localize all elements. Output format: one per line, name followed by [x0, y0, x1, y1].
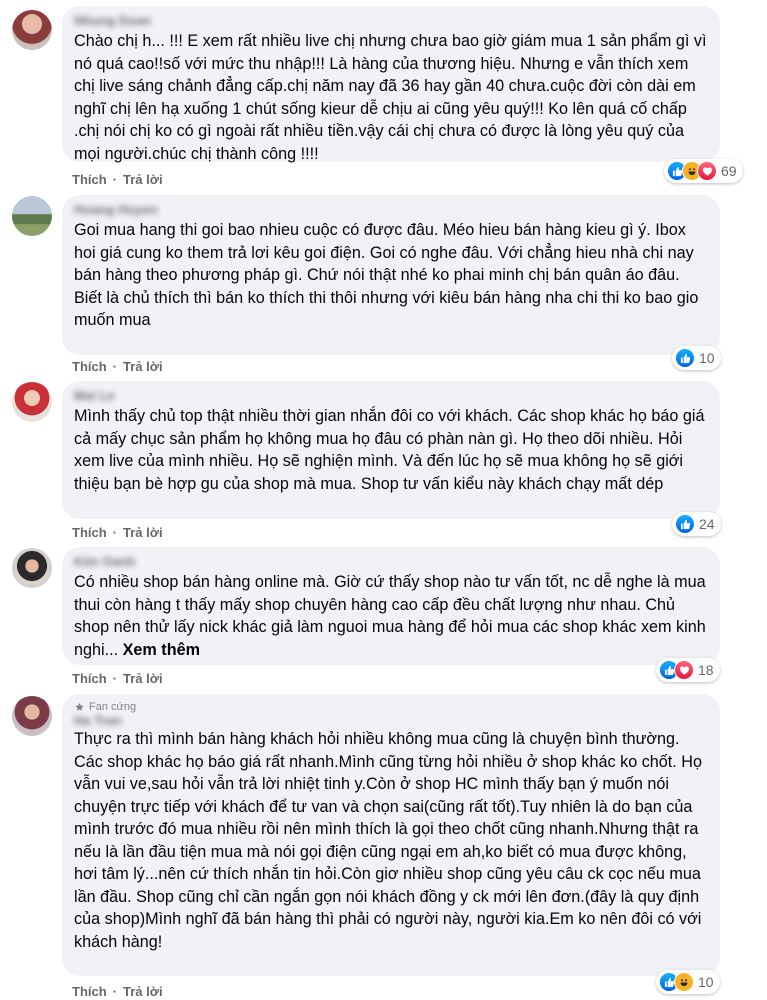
comment-text: Có nhiều shop bán hàng online mà. Giờ cứ… [74, 571, 708, 661]
like-button[interactable]: Thích [72, 172, 107, 187]
avatar[interactable] [12, 696, 52, 736]
like-icon [675, 514, 695, 534]
comment-text: Thực ra thì mình bán hàng khách hỏi nhiề… [74, 730, 702, 951]
comment-author[interactable]: Hoang Huyen [74, 201, 708, 219]
reply-button[interactable]: Trả lời [123, 984, 163, 999]
reaction-count: 10 [698, 974, 714, 990]
comment-actions: Thích · Trả lời [72, 525, 163, 540]
like-button[interactable]: Thích [72, 984, 107, 999]
separator-dot: · [112, 671, 118, 686]
comment-text: Mình thấy chủ top thật nhiều thời gian n… [74, 407, 705, 493]
reply-button[interactable]: Trả lời [123, 359, 163, 374]
comment-actions: Thích · Trả lời [72, 172, 163, 187]
reaction-count: 69 [721, 163, 737, 179]
separator-dot: · [112, 172, 118, 187]
fan-badge-icon [75, 702, 84, 711]
avatar[interactable] [12, 10, 52, 50]
comment-text: Chào chị h... !!! E xem rất nhiều live c… [74, 32, 707, 163]
fan-badge-label: Fan cứng [89, 701, 137, 713]
reply-button[interactable]: Trả lời [123, 172, 163, 187]
see-more-link[interactable]: Xem thêm [123, 641, 200, 659]
comment-author[interactable]: Mai Le [74, 387, 708, 405]
reply-button[interactable]: Trả lời [123, 525, 163, 540]
love-icon [697, 161, 717, 181]
comment-bubble: Hoang Huyen Goi mua hang thi goi bao nhi… [62, 195, 720, 355]
comment-actions: Thích · Trả lời [72, 671, 163, 686]
separator-dot: · [112, 525, 118, 540]
reaction-count: 18 [698, 662, 714, 678]
comment-bubble: Mai Le Mình thấy chủ top thật nhiều thời… [62, 381, 720, 519]
separator-dot: · [112, 359, 118, 374]
love-icon [674, 660, 694, 680]
avatar[interactable] [12, 548, 52, 588]
reaction-count: 10 [699, 350, 715, 366]
like-button[interactable]: Thích [72, 359, 107, 374]
reaction-summary[interactable]: 10 [656, 970, 720, 994]
comment-actions: Thích · Trả lời [72, 359, 163, 374]
like-button[interactable]: Thích [72, 671, 107, 686]
like-button[interactable]: Thích [72, 525, 107, 540]
haha-icon [674, 972, 694, 992]
avatar[interactable] [12, 382, 52, 422]
comment-bubble: Nhung Doan Chào chị h... !!! E xem rất n… [62, 6, 720, 163]
reaction-summary[interactable]: 18 [656, 658, 720, 682]
separator-dot: · [112, 984, 118, 999]
comment-author[interactable]: Ha Tran [74, 714, 708, 728]
avatar[interactable] [12, 196, 52, 236]
comment-bubble: Kim Oanh Có nhiều shop bán hàng online m… [62, 547, 720, 665]
like-icon [675, 348, 695, 368]
comment-text: Goi mua hang thi goi bao nhieu cuộc có đ… [74, 221, 699, 329]
reaction-summary[interactable]: 10 [672, 346, 721, 370]
comment-author[interactable]: Nhung Doan [74, 12, 708, 30]
reaction-summary[interactable]: 24 [672, 512, 721, 536]
reaction-count: 24 [699, 516, 715, 532]
comment-author[interactable]: Kim Oanh [74, 553, 708, 571]
reply-button[interactable]: Trả lời [123, 671, 163, 686]
comment-bubble: Fan cứng Ha Tran Thực ra thì mình bán hà… [62, 694, 720, 976]
reaction-summary[interactable]: 69 [664, 159, 743, 183]
comment-actions: Thích · Trả lời [72, 984, 163, 999]
fan-badge: Fan cứng [74, 700, 708, 714]
